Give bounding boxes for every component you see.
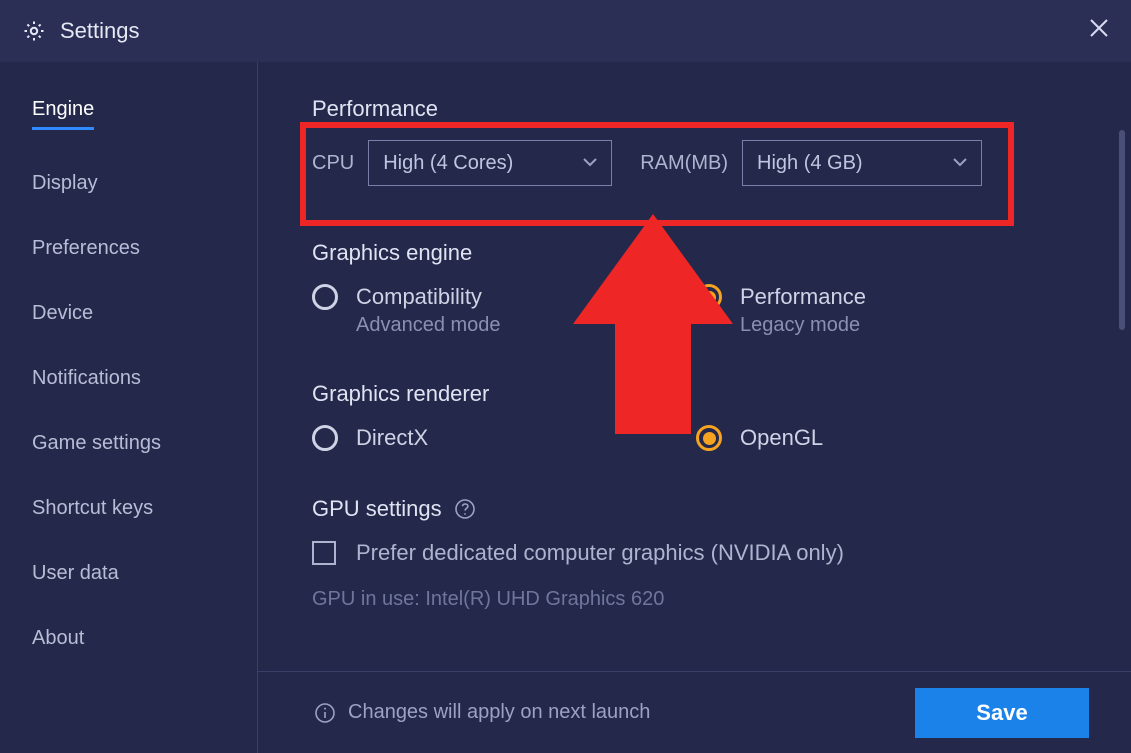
gpu-prefer-dedicated-label: Prefer dedicated computer graphics (NVID… (356, 540, 844, 566)
gpu-in-use-text: GPU in use: Intel(R) UHD Graphics 620 (312, 588, 1089, 611)
radio-sublabel: Legacy mode (740, 314, 866, 337)
sidebar-item-preferences[interactable]: Preferences (32, 237, 140, 260)
graphics-engine-heading: Graphics engine (312, 240, 1089, 266)
sidebar: Engine Display Preferences Device Notifi… (0, 62, 258, 753)
chevron-down-icon (583, 158, 597, 168)
sidebar-item-engine[interactable]: Engine (32, 98, 94, 130)
sidebar-item-game-settings[interactable]: Game settings (32, 432, 161, 455)
radio-label: DirectX (356, 425, 428, 451)
info-icon (314, 702, 336, 724)
settings-main: Performance CPU High (4 Cores) RAM(MB) H… (258, 62, 1131, 753)
sidebar-item-notifications[interactable]: Notifications (32, 367, 141, 390)
cpu-dropdown[interactable]: High (4 Cores) (368, 140, 612, 186)
radio-label: Compatibility (356, 284, 501, 310)
radio-icon (696, 425, 722, 451)
save-button[interactable]: Save (915, 688, 1089, 738)
radio-icon (312, 284, 338, 310)
chevron-down-icon (953, 158, 967, 168)
gpu-prefer-dedicated-row: Prefer dedicated computer graphics (NVID… (312, 540, 1089, 566)
sidebar-item-device[interactable]: Device (32, 302, 93, 325)
cpu-label: CPU (312, 152, 354, 175)
sidebar-item-shortcut-keys[interactable]: Shortcut keys (32, 497, 153, 520)
help-icon[interactable] (454, 498, 476, 520)
radio-label: Performance (740, 284, 866, 310)
titlebar: Settings (0, 0, 1131, 62)
window-title: Settings (60, 18, 140, 44)
footer: Changes will apply on next launch Save (258, 671, 1131, 753)
footer-note-text: Changes will apply on next launch (348, 701, 650, 724)
graphics-renderer-heading: Graphics renderer (312, 381, 1089, 407)
gpu-prefer-dedicated-checkbox[interactable] (312, 541, 336, 565)
sidebar-item-user-data[interactable]: User data (32, 562, 119, 585)
radio-icon (312, 425, 338, 451)
sidebar-item-about[interactable]: About (32, 627, 84, 650)
close-button[interactable] (1089, 18, 1109, 44)
radio-renderer-opengl[interactable]: OpenGL (696, 425, 823, 451)
gpu-settings-heading-row: GPU settings (312, 496, 1089, 522)
scrollbar[interactable] (1119, 130, 1125, 330)
ram-dropdown[interactable]: High (4 GB) (742, 140, 982, 186)
footer-note: Changes will apply on next launch (314, 701, 650, 724)
cpu-dropdown-value: High (4 Cores) (383, 152, 513, 175)
radio-label: OpenGL (740, 425, 823, 451)
radio-sublabel: Advanced mode (356, 314, 501, 337)
sidebar-item-display[interactable]: Display (32, 172, 98, 195)
radio-icon (696, 284, 722, 310)
ram-dropdown-value: High (4 GB) (757, 152, 863, 175)
ram-label: RAM(MB) (640, 152, 728, 175)
radio-renderer-directx[interactable]: DirectX (312, 425, 696, 451)
gear-icon (22, 19, 46, 43)
gpu-settings-heading: GPU settings (312, 496, 442, 522)
performance-heading: Performance (312, 96, 1089, 122)
radio-graphics-compatibility[interactable]: Compatibility Advanced mode (312, 284, 696, 337)
radio-graphics-performance[interactable]: Performance Legacy mode (696, 284, 866, 337)
